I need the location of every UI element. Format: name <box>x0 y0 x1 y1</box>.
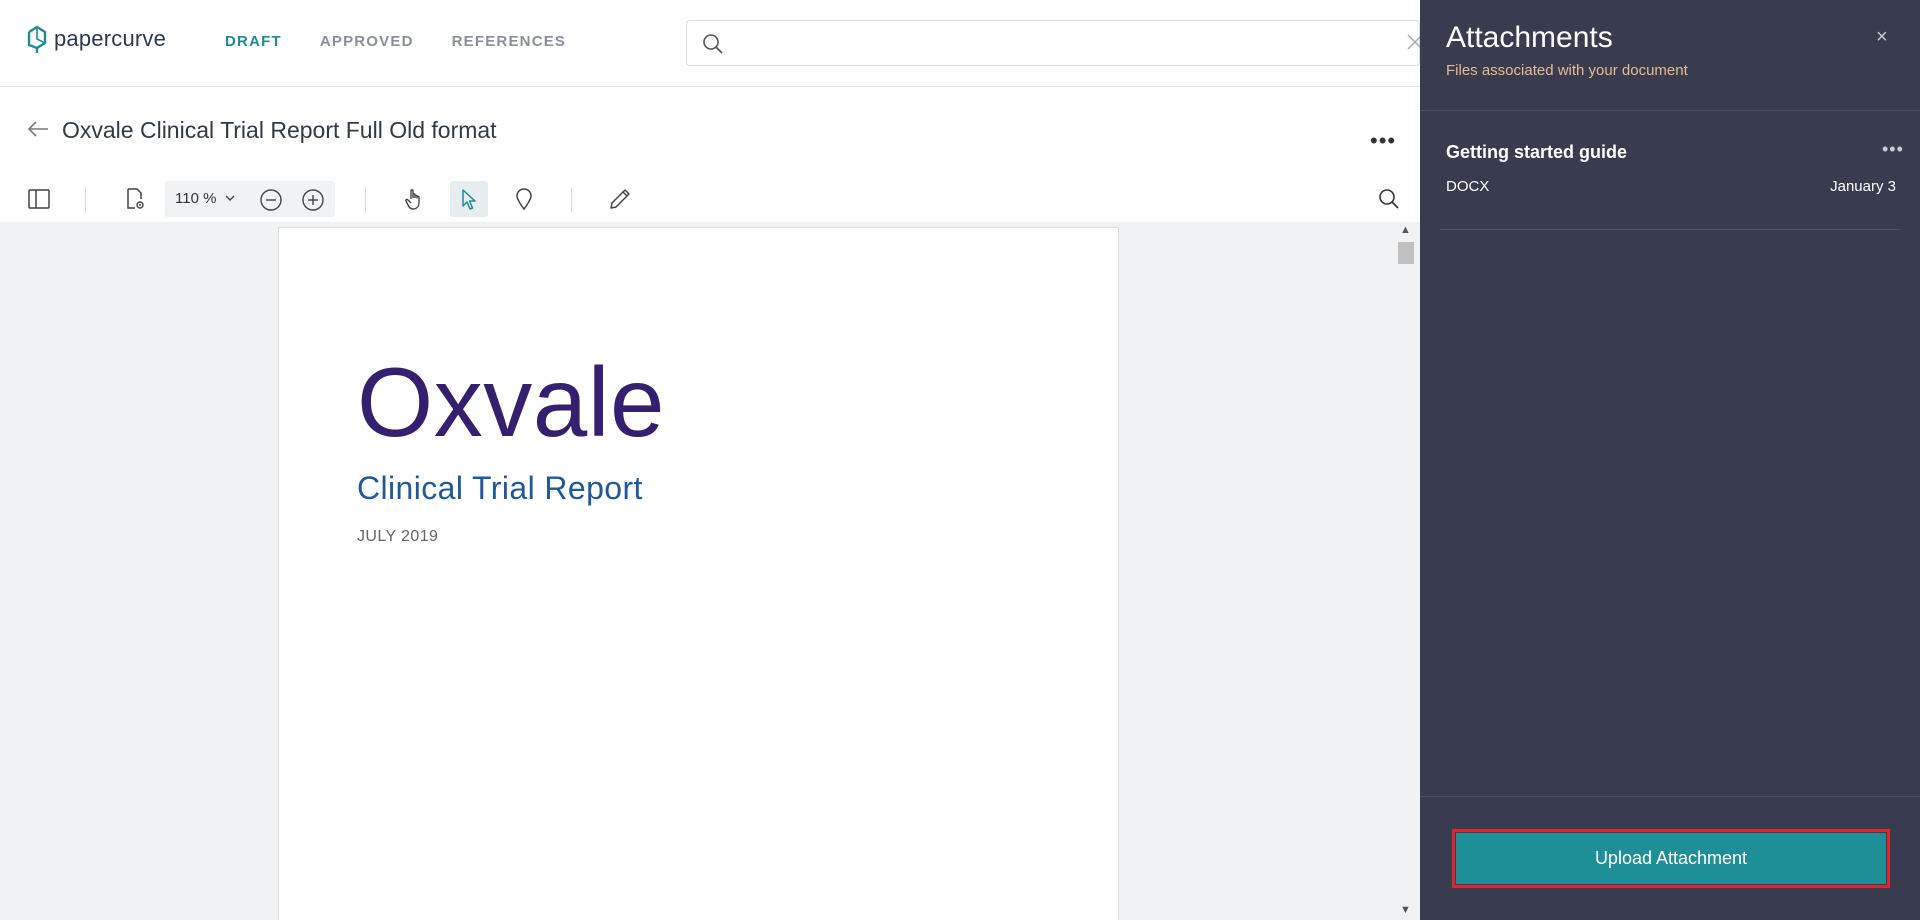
toolbar-divider <box>365 188 366 212</box>
panel-title: Attachments <box>1446 21 1613 54</box>
search-input[interactable] <box>737 29 1357 57</box>
document-page: Oxvale Clinical Trial Report JULY 2019 <box>278 227 1119 920</box>
scroll-down-icon[interactable]: ▼ <box>1400 904 1411 916</box>
zoom-level-select[interactable]: 110 % <box>175 190 216 207</box>
map-pin-icon <box>516 188 532 211</box>
attachment-item[interactable]: Getting started guide ••• DOCX January 3 <box>1440 125 1903 230</box>
page-subtitle: Clinical Trial Report <box>357 470 643 506</box>
hand-icon <box>405 189 420 210</box>
attachment-file-type: DOCX <box>1446 178 1490 195</box>
logo-text: papercurve <box>54 26 167 51</box>
page-settings-button[interactable] <box>120 181 150 217</box>
chevron-down-icon[interactable] <box>225 194 235 202</box>
pencil-icon <box>610 189 630 209</box>
document-more-button[interactable]: ••• <box>1370 128 1396 154</box>
draw-tool-button[interactable] <box>603 181 637 217</box>
attachment-more-button[interactable]: ••• <box>1882 139 1904 160</box>
toggle-sidebar-button[interactable] <box>24 181 54 217</box>
page-brand-title: Oxvale <box>357 347 666 457</box>
panel-subtitle: Files associated with your document <box>1446 62 1688 79</box>
nav-references[interactable]: REFERENCES <box>452 33 567 50</box>
cursor-arrow-icon <box>462 189 476 210</box>
papercurve-logo[interactable]: papercurve <box>26 24 166 54</box>
document-search-button[interactable] <box>1372 181 1406 217</box>
nav-approved[interactable]: APPROVED <box>320 33 414 50</box>
toolbar-divider <box>85 188 86 212</box>
sidebar-panel-icon <box>28 189 50 209</box>
document-title: Oxvale Clinical Trial Report Full Old fo… <box>62 117 497 143</box>
nav-draft[interactable]: DRAFT <box>225 33 282 50</box>
back-arrow-icon[interactable] <box>26 120 50 138</box>
search-icon <box>703 34 723 54</box>
document-canvas[interactable]: Oxvale Clinical Trial Report JULY 2019 <box>0 222 1420 920</box>
papercurve-logo-icon <box>27 25 47 53</box>
panel-divider <box>1420 110 1920 111</box>
zoom-in-icon[interactable] <box>301 188 325 212</box>
attachments-panel: Attachments Files associated with your d… <box>1420 0 1920 920</box>
zoom-control: 110 % <box>165 181 335 217</box>
document-viewer-app: papercurve DRAFT APPROVED REFERENCES Oxv… <box>0 0 1423 920</box>
scrollbar-thumb[interactable] <box>1398 242 1414 264</box>
attachment-date: January 3 <box>1830 178 1896 195</box>
viewer-toolbar: 110 % <box>0 173 1420 223</box>
upload-attachment-button[interactable]: Upload Attachment <box>1456 833 1886 884</box>
page-settings-icon <box>127 188 144 209</box>
panel-footer-divider <box>1420 796 1920 797</box>
scroll-up-icon[interactable]: ▲ <box>1400 224 1411 236</box>
zoom-out-icon[interactable] <box>259 188 283 212</box>
pin-tool-button[interactable] <box>507 181 541 217</box>
search-icon <box>1379 189 1399 209</box>
top-navigation-bar: papercurve DRAFT APPROVED REFERENCES <box>0 0 1423 87</box>
attachment-name[interactable]: Getting started guide <box>1446 142 1627 163</box>
select-tool-button[interactable] <box>450 181 488 217</box>
close-panel-button[interactable]: × <box>1876 26 1888 49</box>
pan-tool-button[interactable] <box>397 181 431 217</box>
document-header: Oxvale Clinical Trial Report Full Old fo… <box>0 88 1420 173</box>
search-box <box>686 20 1423 66</box>
page-date: JULY 2019 <box>357 528 439 545</box>
main-nav: DRAFT APPROVED REFERENCES <box>225 33 566 50</box>
toolbar-divider <box>571 188 572 212</box>
viewer-scrollbar[interactable]: ▲ ▼ <box>1396 222 1416 920</box>
